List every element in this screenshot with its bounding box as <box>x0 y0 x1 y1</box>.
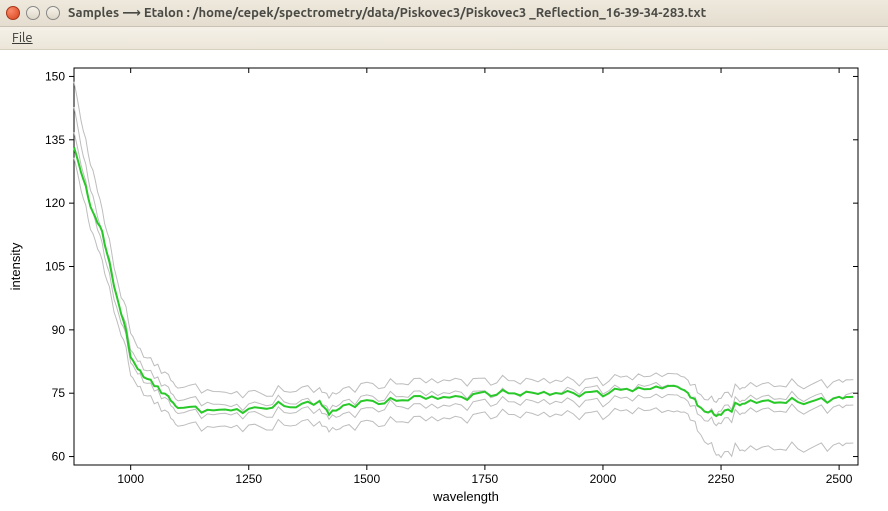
y-tick-label: 105 <box>45 260 65 274</box>
window-titlebar: Samples ⟶ Etalon : /home/cepek/spectrome… <box>0 0 888 27</box>
maximize-icon[interactable] <box>46 6 60 20</box>
series-sample-gray-4 <box>74 158 853 458</box>
y-axis-label: intensity <box>8 242 23 290</box>
menu-file[interactable]: File <box>6 29 39 47</box>
x-tick-label: 1750 <box>472 472 499 486</box>
y-tick-label: 75 <box>52 386 66 400</box>
window-title: Samples ⟶ Etalon : /home/cepek/spectrome… <box>68 6 706 21</box>
y-tick-label: 60 <box>52 450 66 464</box>
series-sample-gray-2 <box>74 107 853 415</box>
y-tick-label: 135 <box>45 133 65 147</box>
chart-area: 1000 1250 1500 1750 2000 2250 2500 60 75 90 105 120… <box>0 50 888 511</box>
x-axis-label: wavelength <box>432 489 499 504</box>
series-sample-gray-1 <box>74 82 853 403</box>
y-tick-label: 120 <box>45 196 65 210</box>
x-tick-label: 1000 <box>117 472 144 486</box>
x-tick-label: 2250 <box>708 472 735 486</box>
x-tick-label: 1250 <box>235 472 262 486</box>
minimize-icon[interactable] <box>26 6 40 20</box>
y-tick-label: 90 <box>52 323 66 337</box>
x-tick-label: 2000 <box>590 472 617 486</box>
y-tick-label: 150 <box>45 69 65 83</box>
spectrum-chart: 1000 1250 1500 1750 2000 2250 2500 60 75 90 105 120… <box>0 50 888 511</box>
menubar: File <box>0 27 888 50</box>
close-icon[interactable] <box>6 6 20 20</box>
series-etalon-green <box>74 147 853 416</box>
x-tick-label: 1500 <box>353 472 380 486</box>
x-tick-label: 2500 <box>826 472 853 486</box>
